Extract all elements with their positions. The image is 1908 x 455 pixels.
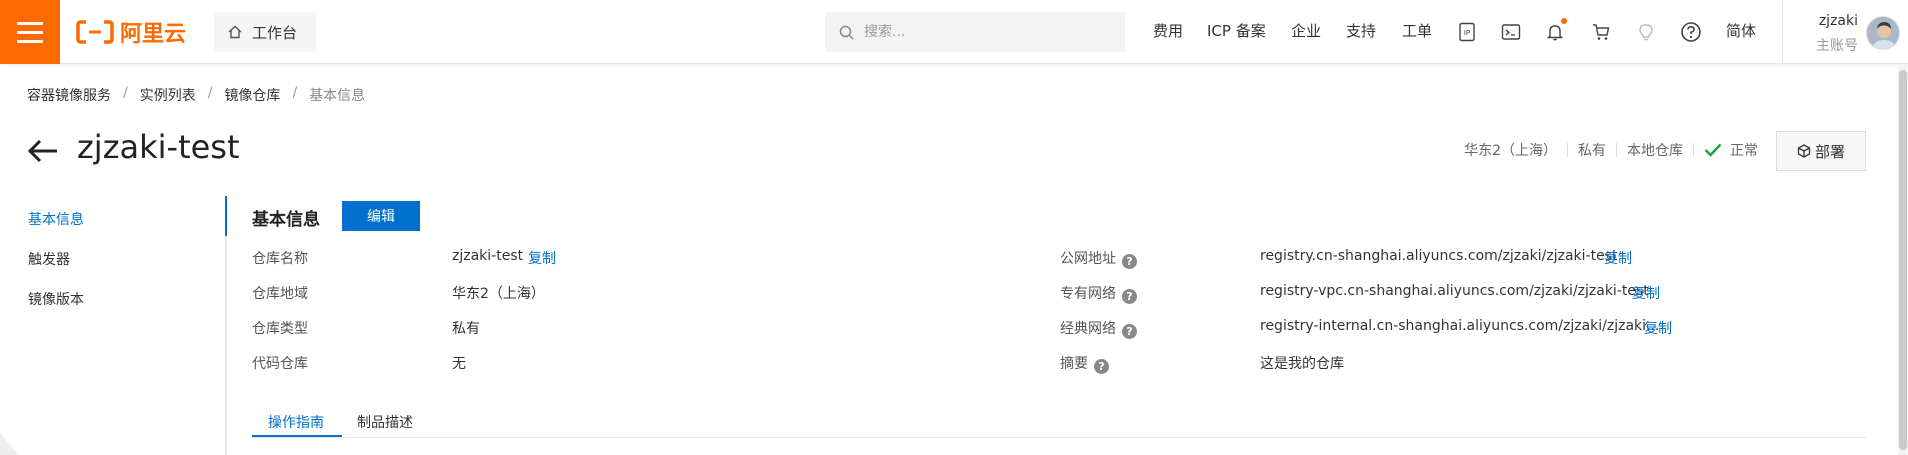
help-icon[interactable]: ? <box>1122 289 1137 304</box>
help-icon[interactable]: ? <box>1122 324 1137 339</box>
lightbulb-icon[interactable] <box>1634 20 1658 44</box>
check-icon <box>1704 143 1722 157</box>
field-value-region: 华东2（上海） <box>452 286 545 302</box>
breadcrumb-current: 基本信息 <box>309 88 366 104</box>
breadcrumb: 容器镜像服务 / 实例列表 / 镜像仓库 / 基本信息 <box>27 85 365 105</box>
nav-icp[interactable]: ICP 备案 <box>1207 20 1266 41</box>
field-value-repo-type: 私有 <box>452 321 480 337</box>
field-label-summary: 摘要? <box>1060 353 1109 374</box>
nav-support[interactable]: 支持 <box>1346 20 1376 41</box>
cube-icon <box>1797 144 1811 158</box>
nav-enterprise[interactable]: 企业 <box>1291 20 1321 41</box>
aliyun-logo-icon <box>76 20 114 44</box>
user-name[interactable]: zjzaki <box>1819 13 1858 29</box>
repo-type-tag: 本地仓库 <box>1627 143 1683 159</box>
field-label-vpc-address: 专有网络? <box>1060 283 1137 304</box>
back-arrow-icon[interactable] <box>26 137 60 165</box>
sidenav-active-indicator <box>225 196 227 236</box>
workbench-button[interactable]: 工作台 <box>214 12 316 52</box>
visibility-tag: 私有 <box>1578 143 1606 159</box>
repo-meta: 华东2（上海） 私有 本地仓库 正常 <box>1464 140 1758 160</box>
svg-text:IP: IP <box>1464 29 1470 37</box>
search-icon <box>839 25 854 40</box>
terminal-icon[interactable] <box>1499 20 1523 44</box>
logo-text: 阿里云 <box>120 22 187 47</box>
divider <box>1616 143 1617 157</box>
field-label-code-repo: 代码仓库 <box>252 356 308 372</box>
bell-icon[interactable] <box>1543 18 1567 44</box>
notification-dot <box>1561 18 1567 24</box>
menu-icon[interactable] <box>0 0 60 64</box>
copy-public-address-link[interactable]: 复制 <box>1604 248 1632 268</box>
help-icon[interactable] <box>1679 20 1703 44</box>
search-box[interactable] <box>825 12 1125 52</box>
field-label-repo-name: 仓库名称 <box>252 251 308 267</box>
breadcrumb-item[interactable]: 镜像仓库 <box>224 85 280 105</box>
breadcrumb-separator: / <box>123 85 128 101</box>
nav-ticket[interactable]: 工单 <box>1402 20 1432 41</box>
region-tag: 华东2（上海） <box>1464 143 1557 159</box>
copy-repo-name-link[interactable]: 复制 <box>528 248 556 268</box>
breadcrumb-item[interactable]: 实例列表 <box>140 85 196 105</box>
status-text: 正常 <box>1730 143 1758 159</box>
label-text: 摘要 <box>1060 356 1088 372</box>
help-icon[interactable]: ? <box>1094 359 1109 374</box>
active-tab-indicator <box>252 435 342 437</box>
cart-icon[interactable] <box>1589 20 1613 44</box>
breadcrumb-item[interactable]: 容器镜像服务 <box>27 85 111 105</box>
nav-billing[interactable]: 费用 <box>1153 20 1183 41</box>
copy-classic-address-link[interactable]: 复制 <box>1644 318 1672 338</box>
account-type: 主账号 <box>1816 38 1858 54</box>
field-value-public-address: registry.cn-shanghai.aliyuncs.com/zjzaki… <box>1260 248 1618 264</box>
tab-bar: 操作指南 制品描述 <box>252 408 1866 438</box>
deploy-label: 部署 <box>1814 142 1845 161</box>
field-label-region: 仓库地域 <box>252 286 308 302</box>
copy-vpc-address-link[interactable]: 复制 <box>1632 283 1660 303</box>
deploy-button[interactable]: 部署 <box>1776 131 1866 171</box>
divider <box>1782 0 1783 64</box>
field-label-public-address: 公网地址? <box>1060 248 1137 269</box>
ip-icon[interactable]: IP <box>1455 20 1479 44</box>
sidebar-item-image-tags[interactable]: 镜像版本 <box>28 289 84 309</box>
help-icon[interactable]: ? <box>1122 254 1137 269</box>
edit-button[interactable]: 编辑 <box>342 201 420 231</box>
breadcrumb-separator: / <box>207 85 213 101</box>
field-value-summary: 这是我的仓库 <box>1260 356 1344 372</box>
section-title: 基本信息 <box>252 210 320 230</box>
field-label-repo-type: 仓库类型 <box>252 321 308 337</box>
field-value-classic-address: registry-internal.cn-shanghai.aliyuncs.c… <box>1260 318 1660 334</box>
status-badge: 正常 <box>1704 140 1758 160</box>
sidebar-item-triggers[interactable]: 触发器 <box>28 249 70 269</box>
field-value-vpc-address: registry-vpc.cn-shanghai.aliyuncs.com/zj… <box>1260 283 1649 299</box>
workbench-label: 工作台 <box>252 23 298 42</box>
scrollbar-thumb[interactable] <box>1899 70 1907 450</box>
tab-guide[interactable]: 操作指南 <box>268 412 324 432</box>
divider <box>1567 143 1568 157</box>
logo[interactable]: 阿里云 <box>76 18 187 47</box>
field-label-classic-address: 经典网络? <box>1060 318 1137 339</box>
top-navbar: 阿里云 工作台 费用 ICP 备案 企业 支持 工单 IP 简体 zjzaki … <box>0 0 1908 64</box>
corner-decoration <box>0 432 18 455</box>
language-switch[interactable]: 简体 <box>1726 20 1756 41</box>
field-value-repo-name: zjzaki-test <box>452 248 524 264</box>
home-icon <box>228 25 242 39</box>
breadcrumb-separator: / <box>292 85 298 101</box>
page-title: zjzaki-test <box>77 128 240 166</box>
label-text: 经典网络 <box>1060 321 1116 337</box>
sidebar-item-basic-info[interactable]: 基本信息 <box>28 209 84 229</box>
field-value-code-repo: 无 <box>452 356 466 372</box>
avatar[interactable] <box>1866 16 1900 50</box>
divider <box>1693 143 1694 157</box>
label-text: 专有网络 <box>1060 286 1116 302</box>
tab-artifact-description[interactable]: 制品描述 <box>357 412 413 432</box>
label-text: 公网地址 <box>1060 251 1116 267</box>
search-input[interactable] <box>864 24 1104 40</box>
